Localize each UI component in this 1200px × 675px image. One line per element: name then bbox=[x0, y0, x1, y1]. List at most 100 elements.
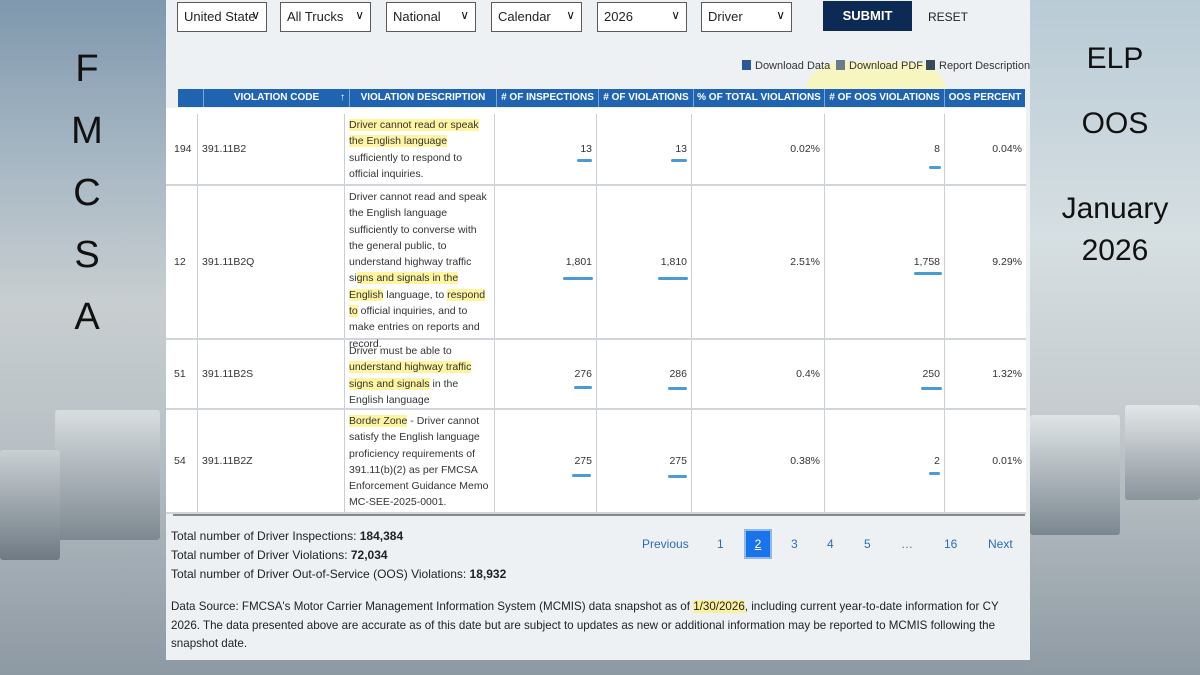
header-oos-violations[interactable]: # OF OOS VIOLATIONS bbox=[825, 89, 945, 107]
total-violations: Total number of Driver Violations: 72,03… bbox=[171, 548, 388, 562]
scope-select[interactable]: National ∨ bbox=[386, 2, 476, 32]
inspections-value: 276 bbox=[495, 340, 597, 408]
truck-illustration-left bbox=[55, 410, 160, 540]
violations-value: 1,810 bbox=[597, 186, 692, 338]
oos-pct-value: 9.29% bbox=[992, 256, 1022, 268]
year-type-select[interactable]: Calendar ∨ bbox=[491, 2, 582, 32]
source-date-highlight: 1/30/2026 bbox=[693, 600, 745, 613]
chevron-down-icon: ∨ bbox=[355, 8, 364, 22]
violations-value: 275 bbox=[597, 410, 692, 512]
pct-total-value: 0.02% bbox=[692, 114, 825, 184]
pagination-page-3[interactable]: 3 bbox=[791, 537, 798, 551]
entity-select-value: Driver bbox=[708, 9, 743, 24]
header-rank-spacer bbox=[178, 89, 204, 107]
header-label: VIOLATION CODE bbox=[233, 92, 320, 103]
violations-value: 286 bbox=[597, 340, 692, 408]
header-inspections[interactable]: # OF INSPECTIONS bbox=[497, 89, 599, 107]
row-rank: 12 bbox=[166, 186, 198, 338]
violation-code: 391.11B2Q bbox=[198, 186, 345, 338]
reset-button[interactable]: RESET bbox=[928, 10, 968, 24]
desc-highlight: Border Zone bbox=[349, 415, 408, 427]
oos-value: 2 bbox=[825, 410, 945, 512]
pagination-page-5[interactable]: 5 bbox=[864, 537, 871, 551]
country-select[interactable]: United States∨ bbox=[177, 2, 267, 32]
pagination-page-2-active[interactable]: 2 bbox=[744, 529, 772, 559]
desc-text: Driver must be able to bbox=[349, 345, 452, 357]
label-elp: ELP bbox=[1086, 42, 1144, 75]
entity-select[interactable]: Driver ∨ bbox=[701, 2, 792, 32]
chevron-down-icon: ∨ bbox=[251, 8, 260, 22]
header-violation-code[interactable]: VIOLATION CODE ↑ bbox=[204, 89, 350, 107]
violation-description: Driver cannot read and speak the English… bbox=[345, 186, 495, 350]
side-letter-a: A bbox=[74, 296, 100, 338]
violation-description: Border Zone - Driver cannot satisfy the … bbox=[345, 410, 495, 512]
submit-button[interactable]: SUBMIT bbox=[823, 1, 912, 31]
truck-illustration-right bbox=[1030, 415, 1120, 535]
annotation-underline bbox=[572, 474, 591, 477]
violation-description: Driver cannot read or speak the English … bbox=[345, 114, 495, 184]
annotation-underline bbox=[658, 277, 688, 280]
table-bottom-divider bbox=[173, 514, 1025, 516]
oos-value: 1,758 bbox=[825, 186, 945, 338]
desc-highlight: Driver cannot read or speak the English … bbox=[349, 119, 479, 148]
scope-select-value: National bbox=[393, 9, 441, 24]
pct-total-value: 0.38% bbox=[692, 410, 825, 512]
side-letter-s: S bbox=[74, 234, 100, 276]
chevron-down-icon: ∨ bbox=[776, 8, 785, 22]
desc-text: language, to bbox=[383, 288, 448, 301]
chevron-down-icon: ∨ bbox=[566, 8, 575, 22]
side-letter-m: M bbox=[71, 110, 103, 152]
header-pct-total[interactable]: % OF TOTAL VIOLATIONS bbox=[694, 89, 825, 107]
data-source-note: Data Source: FMCSA's Motor Carrier Manag… bbox=[171, 598, 1026, 654]
annotation-underline bbox=[577, 159, 592, 162]
annotation-underline bbox=[929, 472, 940, 475]
download-data-link[interactable]: Download Data bbox=[742, 60, 830, 72]
table-row: 54 391.11B2Z Border Zone - Driver cannot… bbox=[166, 410, 1026, 514]
download-pdf-link[interactable]: Download PDF bbox=[836, 60, 923, 72]
header-oos-percent[interactable]: OOS PERCENT bbox=[945, 89, 1025, 107]
truck-select-value: All Trucks bbox=[287, 9, 344, 24]
annotation-underline bbox=[914, 272, 942, 275]
row-rank: 54 bbox=[166, 410, 198, 512]
pct-total-value: 2.51% bbox=[692, 186, 825, 338]
desc-text: - Driver cannot satisfy the English lang… bbox=[349, 415, 489, 509]
pagination-ellipsis: … bbox=[901, 537, 913, 551]
header-violations[interactable]: # OF VIOLATIONS bbox=[599, 89, 694, 107]
total-violations-label: Total number of Driver Violations: bbox=[171, 548, 351, 562]
header-violation-description[interactable]: VIOLATION DESCRIPTION bbox=[350, 89, 497, 107]
oos-value: 8 bbox=[825, 114, 945, 184]
total-inspections-value: 184,384 bbox=[359, 529, 404, 543]
chevron-down-icon: ∨ bbox=[671, 8, 680, 22]
report-description-link[interactable]: Report Description bbox=[926, 60, 1030, 72]
pct-total-value: 0.4% bbox=[692, 340, 825, 408]
country-select-value: United States bbox=[184, 9, 254, 24]
annotation-underline bbox=[929, 166, 941, 169]
annotation-underline bbox=[574, 386, 592, 389]
chevron-down-icon: ∨ bbox=[460, 8, 469, 22]
violations-value: 13 bbox=[597, 114, 692, 184]
truck-select[interactable]: All Trucks ∨ bbox=[280, 2, 371, 32]
year-select[interactable]: 2026 ∨ bbox=[597, 2, 687, 32]
oos-pct-value: 0.01% bbox=[992, 455, 1022, 467]
violation-description: Driver must be able to understand highwa… bbox=[345, 340, 495, 408]
label-year: 2026 bbox=[1081, 234, 1149, 267]
total-oos-value: 18,932 bbox=[469, 567, 507, 581]
pagination-page-16[interactable]: 16 bbox=[944, 537, 957, 551]
year-select-value: 2026 bbox=[604, 9, 633, 24]
pagination-previous[interactable]: Previous bbox=[642, 537, 689, 551]
side-letter-f: F bbox=[75, 48, 99, 90]
violations-table: 194 391.11B2 Driver cannot read or speak… bbox=[166, 108, 1026, 514]
oos-pct-value: 0.04% bbox=[992, 143, 1022, 155]
oos-value: 250 bbox=[825, 340, 945, 408]
row-rank: 51 bbox=[166, 340, 198, 408]
violation-code: 391.11B2 bbox=[198, 114, 345, 184]
annotation-underline bbox=[668, 387, 687, 390]
pagination-next[interactable]: Next bbox=[988, 537, 1013, 551]
total-oos: Total number of Driver Out-of-Service (O… bbox=[171, 567, 506, 581]
violation-code: 391.11B2S bbox=[198, 340, 345, 408]
pagination-page-4[interactable]: 4 bbox=[827, 537, 834, 551]
download-data-label: Download Data bbox=[755, 60, 831, 72]
pagination-page-1[interactable]: 1 bbox=[717, 537, 724, 551]
annotation-underline bbox=[668, 475, 687, 478]
table-row: 12 391.11B2Q Driver cannot read and spea… bbox=[166, 186, 1026, 350]
